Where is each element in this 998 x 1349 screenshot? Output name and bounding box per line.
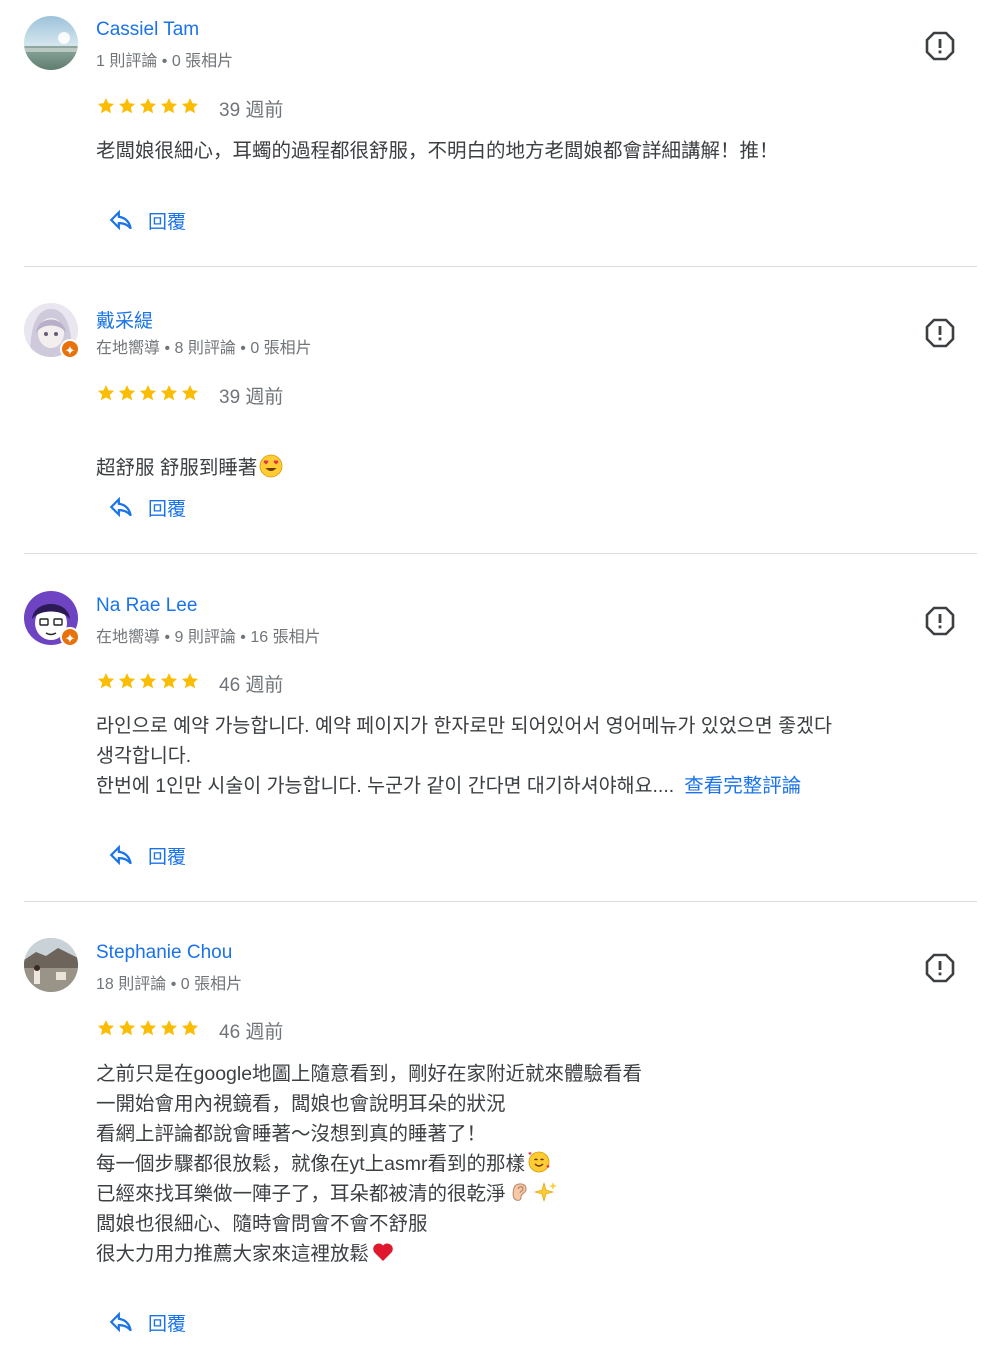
review-line: 闆娘也很細心、隨時會問會不會不舒服 [96, 1213, 428, 1235]
divider [24, 553, 977, 554]
star-icon [118, 673, 136, 689]
star-rating [96, 382, 201, 404]
star-icon [118, 385, 136, 401]
reply-button[interactable]: 回覆 [108, 492, 186, 522]
review-line: 很大力用力推薦大家來這裡放鬆 [96, 1243, 370, 1265]
review-card: ✦ Na Rae Lee 在地嚮導 • 9 則評論 • 16 張相片 46 週前… [0, 575, 998, 902]
review-line: 看網上評論都說會睡著～沒想到真的睡著了！ [96, 1123, 487, 1145]
report-icon[interactable] [925, 953, 955, 983]
review-text-block: 之前只是在google地圖上隨意看到，剛好在家附近就來體驗看看 一開始會用內視鏡… [96, 1059, 971, 1269]
reply-button[interactable]: 回覆 [108, 205, 186, 235]
reviewer-meta: 在地嚮導 • 9 則評論 • 16 張相片 [96, 629, 321, 646]
reviewer-meta: 在地嚮導 • 8 則評論 • 0 張相片 [96, 340, 312, 357]
ear-emoji-icon [512, 1183, 527, 1201]
review-card: Stephanie Chou 18 則評論 • 0 張相片 46 週前 之前只是… [0, 922, 998, 1349]
reviewer-meta: 1 則評論 • 0 張相片 [96, 53, 234, 70]
star-rating [96, 1017, 201, 1039]
star-icon [139, 1020, 157, 1036]
reviewer-meta: 18 則評論 • 0 張相片 [96, 976, 243, 993]
reviewer-name[interactable]: Stephanie Chou [96, 942, 232, 964]
review-date: 39 週前 [219, 387, 284, 408]
review-text-block: 라인으로 예약 가능합니다. 예약 페이지가 한자로만 되어있어서 영어메뉴가 … [96, 711, 971, 801]
local-guide-badge-icon: ✦ [60, 339, 80, 359]
local-guide-badge-icon: ✦ [60, 627, 80, 647]
avatar[interactable] [24, 16, 78, 70]
reply-arrow-icon [109, 209, 132, 231]
avatar-image [24, 16, 78, 70]
star-icon [139, 385, 157, 401]
see-full-review-link[interactable]: 查看完整評論 [684, 775, 801, 797]
sparkles-emoji-icon [533, 1181, 557, 1203]
reply-label: 回覆 [148, 211, 187, 233]
smiling-hearts-emoji-icon [528, 1151, 550, 1173]
review-card: ✦ 戴采緹 在地嚮導 • 8 則評論 • 0 張相片 39 週前 超舒服 舒服到… [0, 287, 998, 554]
reviewer-name[interactable]: Na Rae Lee [96, 595, 197, 617]
review-line-with-emoji: 每一個步驟都很放鬆，就像在yt上asmr看到的那樣 [96, 1149, 971, 1179]
review-line-with-emoji: 很大力用力推薦大家來這裡放鬆 [96, 1239, 971, 1269]
star-icon [139, 98, 157, 114]
avatar[interactable] [24, 938, 78, 992]
reviewer-name[interactable]: Cassiel Tam [96, 19, 199, 41]
avatar[interactable]: ✦ [24, 303, 80, 359]
reply-label: 回覆 [148, 1313, 187, 1335]
star-icon [160, 1020, 178, 1036]
reply-arrow-icon [109, 1311, 132, 1333]
review-text: 老闆娘很細心，耳蠋的過程都很舒服，不明白的地方老闆娘都會詳細講解！推！ [96, 140, 779, 162]
review-date: 39 週前 [219, 100, 284, 121]
review-text-block: 超舒服 舒服到睡著 [96, 423, 971, 483]
report-icon[interactable] [925, 318, 955, 348]
review-line: 一開始會用內視鏡看，闆娘也會說明耳朵的狀況 [96, 1093, 506, 1115]
reviewer-name[interactable]: 戴采緹 [96, 306, 153, 333]
review-card: Cassiel Tam 1 則評論 • 0 張相片 39 週前 老闆娘很細心，耳… [0, 0, 998, 267]
avatar[interactable]: ✦ [24, 591, 80, 647]
star-icon [160, 673, 178, 689]
star-icon [97, 98, 115, 114]
star-icon [97, 1020, 115, 1036]
review-date: 46 週前 [219, 675, 284, 696]
red-heart-emoji-icon [373, 1243, 393, 1261]
reply-label: 回覆 [148, 846, 187, 868]
divider [24, 266, 977, 267]
review-line-with-emoji: 已經來找耳樂做一陣子了，耳朵都被清的很乾淨 [96, 1179, 971, 1209]
star-icon [160, 385, 178, 401]
star-icon [118, 1020, 136, 1036]
reply-button[interactable]: 回覆 [108, 1307, 186, 1337]
report-icon[interactable] [925, 31, 955, 61]
review-line: 已經來找耳樂做一陣子了，耳朵都被清的很乾淨 [96, 1183, 506, 1205]
star-icon [181, 385, 199, 401]
star-icon [97, 385, 115, 401]
review-date: 46 週前 [219, 1022, 284, 1043]
divider [24, 901, 977, 902]
star-icon [139, 673, 157, 689]
report-icon[interactable] [925, 606, 955, 636]
reply-button[interactable]: 回覆 [108, 840, 186, 870]
star-icon [181, 98, 199, 114]
star-icon [118, 98, 136, 114]
reply-arrow-icon [109, 496, 132, 518]
heart-eyes-emoji-icon [260, 454, 283, 478]
avatar-image [24, 938, 78, 992]
reply-arrow-icon [109, 844, 132, 866]
reply-label: 回覆 [148, 498, 187, 520]
star-icon [181, 673, 199, 689]
star-icon [181, 1020, 199, 1036]
star-rating [96, 95, 201, 117]
review-line: 之前只是在google地圖上隨意看到，剛好在家附近就來體驗看看 [96, 1063, 643, 1085]
star-icon [160, 98, 178, 114]
review-line: 每一個步驟都很放鬆，就像在yt上asmr看到的那樣 [96, 1153, 526, 1175]
star-rating [96, 670, 201, 692]
star-icon [97, 673, 115, 689]
review-text: 超舒服 舒服到睡著 [96, 457, 258, 479]
